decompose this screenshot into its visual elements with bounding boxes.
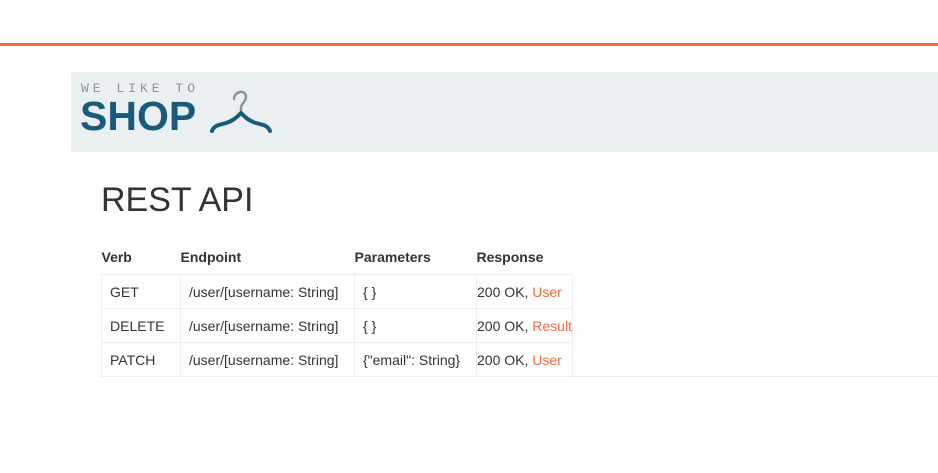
response-type-link[interactable]: Result	[532, 318, 572, 334]
top-accent-rule	[0, 43, 938, 46]
response-status: 200 OK,	[477, 283, 533, 300]
verb-cell: DELETE	[101, 308, 181, 343]
column-header-endpoint: Endpoint	[180, 249, 242, 265]
header-banner: WE LIKE TO SHOP	[71, 72, 938, 152]
table-row: DELETE /user/[username: String] { } 200 …	[101, 308, 573, 343]
parameters-cell: { }	[354, 308, 477, 343]
endpoint-cell: /user/[username: String]	[180, 308, 355, 343]
response-status: 200 OK,	[477, 351, 533, 368]
verb-cell: PATCH	[101, 342, 181, 377]
response-type-link[interactable]: User	[532, 284, 562, 300]
page-title: REST API	[101, 181, 254, 219]
endpoint-cell: /user/[username: String]	[180, 342, 355, 377]
endpoint-cell: /user/[username: String]	[180, 274, 355, 309]
api-table: Verb Endpoint Parameters Response GET /u…	[101, 240, 573, 377]
table-header-row: Verb Endpoint Parameters Response	[102, 240, 573, 275]
hanger-icon	[210, 90, 272, 133]
column-header-response: Response	[476, 249, 544, 265]
site-logo[interactable]: WE LIKE TO SHOP	[80, 79, 300, 145]
response-type-link[interactable]: User	[532, 352, 562, 368]
response-cell: 200 OK, Result	[476, 308, 573, 343]
column-header-verb: Verb	[101, 249, 132, 265]
verb-cell: GET	[101, 274, 181, 309]
parameters-cell: {"email": String}	[354, 342, 477, 377]
table-row: PATCH /user/[username: String] {"email":…	[101, 342, 573, 377]
response-cell: 200 OK, User	[476, 274, 573, 309]
response-status: 200 OK,	[477, 317, 533, 334]
response-cell: 200 OK, User	[476, 342, 573, 377]
parameters-cell: { }	[354, 274, 477, 309]
logo-wordmark: SHOP	[80, 93, 197, 139]
table-row: GET /user/[username: String] { } 200 OK,…	[101, 274, 573, 309]
column-header-parameters: Parameters	[354, 249, 431, 265]
